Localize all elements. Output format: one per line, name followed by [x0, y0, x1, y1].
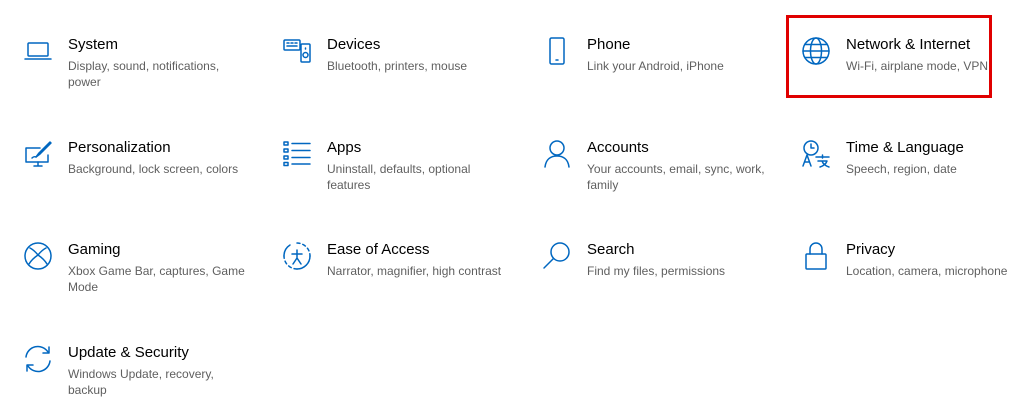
- tile-title: Personalization: [68, 139, 171, 156]
- tile-search[interactable]: Search Find my files, permissions: [539, 238, 769, 318]
- tile-description: Location, camera, microphone: [846, 264, 1008, 278]
- tile-devices[interactable]: Devices Bluetooth, printers, mouse: [279, 33, 509, 113]
- tile-title: Network & Internet: [846, 36, 971, 53]
- tile-description: Wi-Fi, airplane mode, VPN: [846, 59, 989, 73]
- tile-time-language[interactable]: Time & Language Speech, region, date: [798, 136, 1024, 216]
- person-icon: [539, 136, 575, 172]
- sync-icon: [20, 341, 56, 377]
- tile-description: Uninstall, defaults, optional features: [327, 162, 471, 192]
- tile-title: Devices: [327, 36, 381, 53]
- lock-icon: [798, 238, 834, 274]
- tile-personalization[interactable]: Personalization Background, lock screen,…: [20, 136, 250, 216]
- tile-title: Ease of Access: [327, 241, 430, 258]
- tile-gaming[interactable]: Gaming Xbox Game Bar, captures, Game Mod…: [20, 238, 250, 318]
- paint-icon: [20, 136, 56, 172]
- tile-description: Windows Update, recovery, backup: [68, 367, 214, 397]
- tile-apps[interactable]: Apps Uninstall, defaults, optional featu…: [279, 136, 509, 216]
- phone-icon: [539, 33, 575, 69]
- settings-grid: System Display, sound, notifications, po…: [0, 0, 1024, 408]
- globe-icon: [798, 33, 834, 69]
- tile-title: System: [68, 36, 119, 53]
- devices-icon: [279, 33, 315, 69]
- tile-description: Bluetooth, printers, mouse: [327, 59, 468, 73]
- tile-update-security[interactable]: Update & Security Windows Update, recove…: [20, 341, 250, 408]
- tile-accounts[interactable]: Accounts Your accounts, email, sync, wor…: [539, 136, 769, 216]
- apps-list-icon: [279, 136, 315, 172]
- tile-network-internet[interactable]: Network & Internet Wi-Fi, airplane mode,…: [798, 33, 1024, 113]
- tile-title: Accounts: [587, 139, 649, 156]
- tile-privacy[interactable]: Privacy Location, camera, microphone: [798, 238, 1024, 318]
- tile-phone[interactable]: Phone Link your Android, iPhone: [539, 33, 769, 113]
- tile-description: Speech, region, date: [846, 162, 957, 176]
- tile-description: Background, lock screen, colors: [68, 162, 239, 176]
- tile-title: Search: [587, 241, 635, 258]
- ease-of-access-icon: [279, 238, 315, 274]
- tile-title: Privacy: [846, 241, 896, 258]
- tile-description: Find my files, permissions: [587, 264, 726, 278]
- time-language-icon: [798, 136, 834, 172]
- search-icon: [539, 238, 575, 274]
- tile-title: Phone: [587, 36, 631, 53]
- laptop-icon: [20, 33, 56, 69]
- tile-title: Gaming: [68, 241, 121, 258]
- tile-title: Apps: [327, 139, 362, 156]
- tile-title: Time & Language: [846, 139, 964, 156]
- tile-ease-of-access[interactable]: Ease of Access Narrator, magnifier, high…: [279, 238, 509, 318]
- tile-description: Narrator, magnifier, high contrast: [327, 264, 502, 278]
- tile-description: Xbox Game Bar, captures, Game Mode: [68, 264, 245, 294]
- tile-description: Display, sound, notifications, power: [68, 59, 220, 89]
- tile-system[interactable]: System Display, sound, notifications, po…: [20, 33, 250, 113]
- xbox-icon: [20, 238, 56, 274]
- tile-description: Your accounts, email, sync, work, family: [587, 162, 765, 192]
- tile-description: Link your Android, iPhone: [587, 59, 724, 73]
- tile-title: Update & Security: [68, 344, 189, 361]
